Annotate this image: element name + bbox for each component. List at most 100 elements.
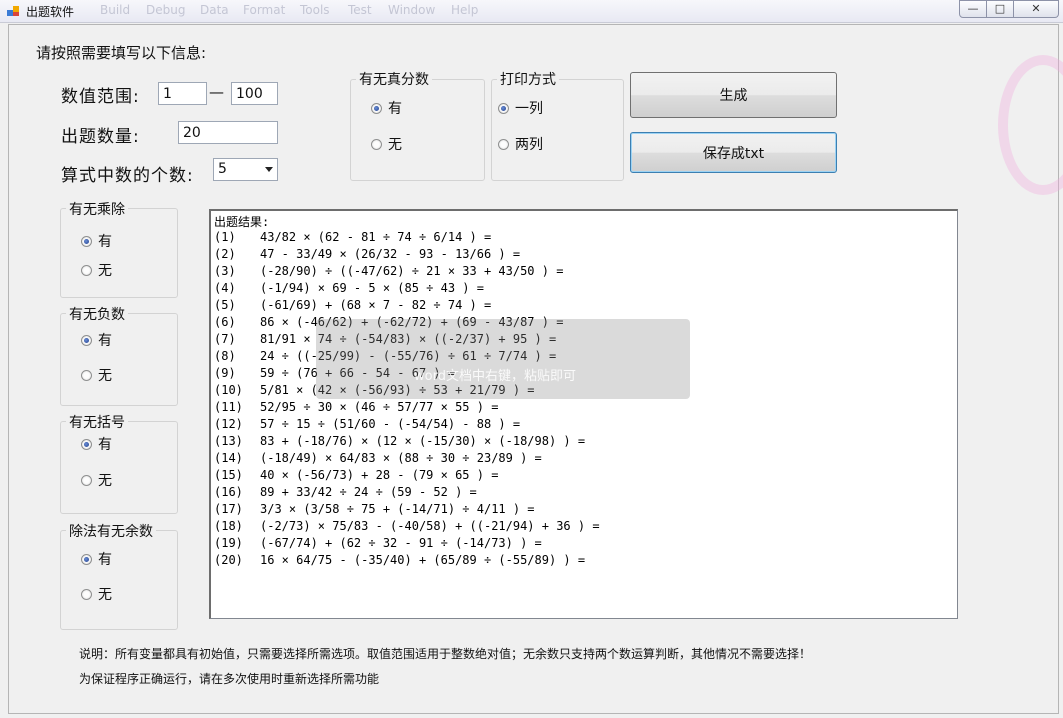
result-line-number: (16) <box>214 485 243 499</box>
result-line: (15) 40 × (-56/73) + 28 - (79 × 65 ) = <box>214 468 600 485</box>
minimize-button[interactable]: — <box>959 0 987 18</box>
result-line-expression: 40 × (-56/73) + 28 - (79 × 65 ) = <box>260 468 499 482</box>
result-line-number: (15) <box>214 468 243 482</box>
radio-dot <box>498 138 509 150</box>
radio-dot <box>81 235 92 247</box>
result-line: (3) (-28/90) ÷ ((-47/62) ÷ 21 × 33 + 43/5… <box>214 264 600 281</box>
negative-yes-radio[interactable]: 有 <box>81 330 112 350</box>
result-line-number: (8) <box>214 349 236 363</box>
result-line: (2) 47 - 33/49 × (26/32 - 93 - 13/66 ) = <box>214 247 600 264</box>
radio-dot <box>81 553 92 565</box>
fraction-yes-radio[interactable]: 有 <box>371 98 402 118</box>
print-mode-group: 打印方式 一列 两列 <box>491 69 624 181</box>
result-line-number: (20) <box>214 553 243 567</box>
remainder-no-radio[interactable]: 无 <box>81 584 112 604</box>
result-textbox[interactable]: 出题结果: (1) 43/82 × (62 - 81 ÷ 74 ÷ 6/14 ) … <box>209 209 958 619</box>
result-line-expression: (-61/69) + (68 × 7 - 82 ÷ 74 ) = <box>260 298 492 312</box>
result-line: (17) 3/3 × (3/58 ÷ 75 + (-14/71) ÷ 4/11 )… <box>214 502 600 519</box>
result-line-number: (1) <box>214 230 236 244</box>
result-line-expression: 89 + 33/42 ÷ 24 ÷ (59 - 52 ) = <box>260 485 477 499</box>
result-line-number: (10) <box>214 383 243 397</box>
parens-group-title: 有无括号 <box>66 412 128 432</box>
window-controls: — □ ✕ <box>959 0 1059 18</box>
result-line-expression: 43/82 × (62 - 81 ÷ 74 ÷ 6/14 ) = <box>260 230 492 244</box>
ghost-menu-item: Window <box>388 3 436 17</box>
result-line: (1) 43/82 × (62 - 81 ÷ 74 ÷ 6/14 ) = <box>214 230 600 247</box>
result-line-number: (14) <box>214 451 243 465</box>
save-txt-button[interactable]: 保存成txt <box>630 132 837 173</box>
range-max-input[interactable] <box>231 82 278 105</box>
remainder-yes-radio[interactable]: 有 <box>81 549 112 569</box>
close-button[interactable]: ✕ <box>1014 0 1059 18</box>
print-two-column-radio[interactable]: 两列 <box>498 134 543 154</box>
result-line: (20) 16 × 64/75 - (-35/40) + (65/89 ÷ (-5… <box>214 553 600 570</box>
generate-button[interactable]: 生成 <box>630 72 837 118</box>
result-header: 出题结果: <box>214 215 270 229</box>
operand-count-value: 5 <box>218 161 227 177</box>
muldiv-no-radio[interactable]: 无 <box>81 260 112 280</box>
radio-dot <box>81 588 92 600</box>
result-line-expression: 83 + (-18/76) × (12 × (-15/30) × (-18/98… <box>260 434 586 448</box>
result-line-expression: 3/3 × (3/58 ÷ 75 + (-14/71) ÷ 4/11 ) = <box>260 502 535 516</box>
radio-dot <box>371 138 382 150</box>
chevron-down-icon <box>265 167 273 172</box>
remainder-group: 除法有无余数 有 无 <box>60 521 178 630</box>
ghost-menu-item: Format <box>243 3 286 17</box>
form-client-area: 请按照需要填写以下信息: 数值范围: — 出题数量: 算式中数的个数: 5 有无… <box>8 24 1063 714</box>
result-line-number: (19) <box>214 536 243 550</box>
result-line-expression: 47 - 33/49 × (26/32 - 93 - 13/66 ) = <box>260 247 521 261</box>
result-line-expression: 52/95 ÷ 30 × (46 ÷ 57/77 × 55 ) = <box>260 400 499 414</box>
result-line-number: (4) <box>214 281 236 295</box>
operand-count-select[interactable]: 5 <box>213 158 278 181</box>
result-line: (19) (-67/74) + (62 ÷ 32 - 91 ÷ (-14/73) … <box>214 536 600 553</box>
result-line-expression: (-28/90) ÷ ((-47/62) ÷ 21 × 33 + 43/50 )… <box>260 264 564 278</box>
negative-group: 有无负数 有 无 <box>60 304 178 406</box>
negative-group-title: 有无负数 <box>66 304 128 324</box>
ghost-menu-item: Debug <box>146 3 186 17</box>
result-line-number: (2) <box>214 247 236 261</box>
result-line-number: (13) <box>214 434 243 448</box>
result-line: (13) 83 + (-18/76) × (12 × (-15/30) × (-1… <box>214 434 600 451</box>
radio-dot <box>81 369 92 381</box>
paste-hint-text: word文档中右键，粘贴即可 <box>414 369 576 384</box>
result-line-number: (5) <box>214 298 236 312</box>
result-line-number: (3) <box>214 264 236 278</box>
muldiv-group-title: 有无乘除 <box>66 199 128 219</box>
range-min-input[interactable] <box>158 82 207 105</box>
range-dash: — <box>209 83 224 101</box>
print-mode-group-title: 打印方式 <box>497 69 559 89</box>
result-line-number: (18) <box>214 519 243 533</box>
ghost-menu-item: Help <box>451 3 479 17</box>
result-line: (16) 89 + 33/42 ÷ 24 ÷ (59 - 52 ) = <box>214 485 600 502</box>
parens-group: 有无括号 有 无 <box>60 412 178 514</box>
window-title: 出题软件 <box>26 5 75 19</box>
note-line-1: 说明：所有变量都具有初始值，只需要选择所需选项。取值范围适用于整数绝对值；无余数… <box>79 647 812 661</box>
fraction-no-radio[interactable]: 无 <box>371 134 402 154</box>
result-line-expression: (-2/73) × 75/83 - (-40/58) + ((-21/94) +… <box>260 519 600 533</box>
parens-no-radio[interactable]: 无 <box>81 470 112 490</box>
result-line-expression: 16 × 64/75 - (-35/40) + (65/89 ÷ (-55/89… <box>260 553 586 567</box>
ghost-menu-item: Tools <box>300 3 330 17</box>
result-line: (11) 52/95 ÷ 30 × (46 ÷ 57/77 × 55 ) = <box>214 400 600 417</box>
parens-yes-radio[interactable]: 有 <box>81 434 112 454</box>
radio-dot <box>81 264 92 276</box>
print-one-column-radio[interactable]: 一列 <box>498 98 543 118</box>
muldiv-group: 有无乘除 有 无 <box>60 199 178 298</box>
result-line: (5) (-61/69) + (68 × 7 - 82 ÷ 74 ) = <box>214 298 600 315</box>
radio-dot <box>81 334 92 346</box>
count-label: 出题数量: <box>61 127 140 147</box>
result-lines: (1) 43/82 × (62 - 81 ÷ 74 ÷ 6/14 ) = (2) 47… <box>214 230 600 570</box>
muldiv-yes-radio[interactable]: 有 <box>81 231 112 251</box>
fraction-group-title: 有无真分数 <box>356 69 432 89</box>
count-input[interactable] <box>178 121 278 144</box>
result-line: (4) (-1/94) × 69 - 5 × (85 ÷ 43 ) = <box>214 281 600 298</box>
result-line-number: (6) <box>214 315 236 329</box>
operand-count-label: 算式中数的个数: <box>61 166 194 186</box>
radio-dot <box>81 474 92 486</box>
result-line-number: (11) <box>214 400 243 414</box>
maximize-button[interactable]: □ <box>987 0 1014 18</box>
paste-hint-overlay: word文档中右键，粘贴即可 <box>316 319 690 399</box>
result-line: (18) (-2/73) × 75/83 - (-40/58) + ((-21/9… <box>214 519 600 536</box>
negative-no-radio[interactable]: 无 <box>81 365 112 385</box>
title-bar[interactable]: 出题软件 Build Debug Data Format Tools Test … <box>0 0 1063 23</box>
